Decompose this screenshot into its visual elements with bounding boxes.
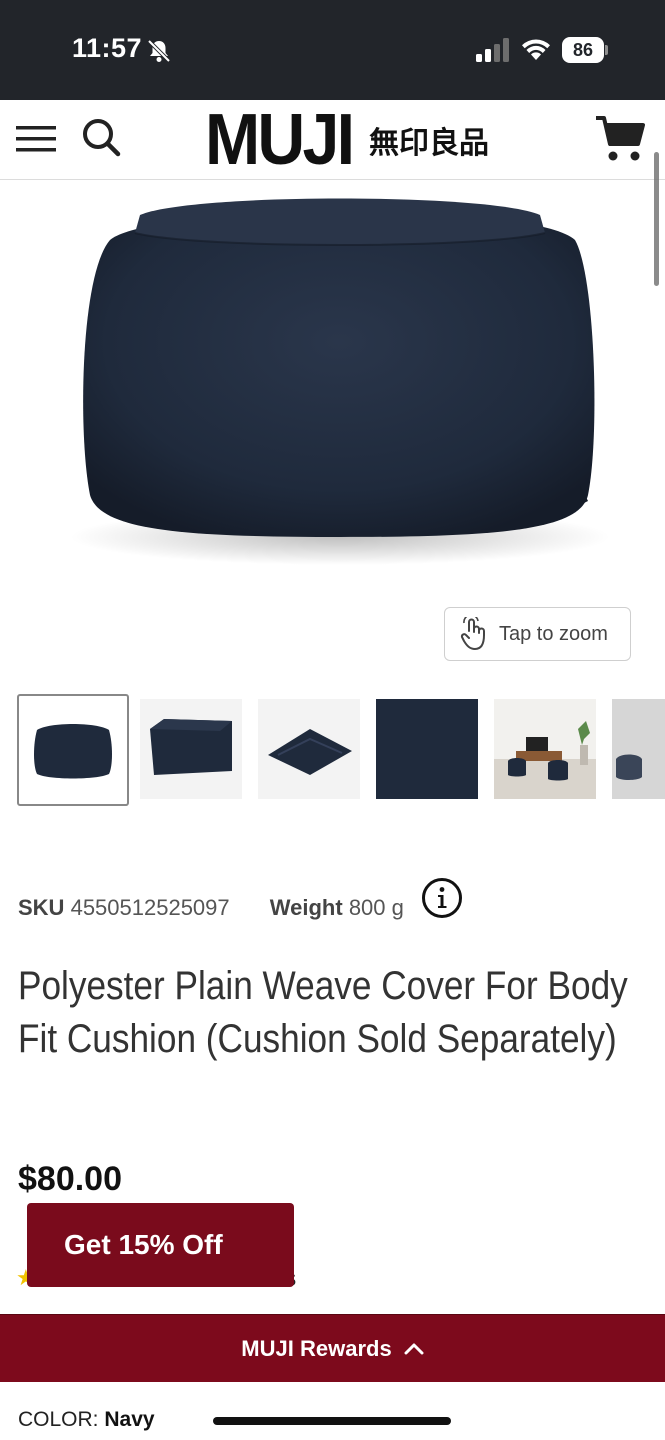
chevron-up-icon xyxy=(404,1343,424,1354)
weight-value: 800 g xyxy=(348,895,404,920)
menu-icon[interactable] xyxy=(16,122,56,156)
battery-level: 86 xyxy=(562,37,604,63)
product-image[interactable] xyxy=(40,185,640,585)
bell-slash-icon xyxy=(147,39,171,63)
product-title: Polyester Plain Weave Cover For Body Fit… xyxy=(18,964,628,1061)
product-meta: SKU 4550512525097 Weight 800 g xyxy=(18,895,404,921)
site-header: MUJI 無印良品 xyxy=(0,100,665,180)
get-discount-button[interactable]: Get 15% Off xyxy=(27,1203,294,1287)
sku-label: SKU xyxy=(18,895,65,920)
status-bar: 11:57 86 xyxy=(0,0,665,100)
thumbnail-5[interactable] xyxy=(494,699,596,799)
info-icon[interactable] xyxy=(421,877,463,919)
thumbnail-2[interactable] xyxy=(140,699,242,799)
logo-cjk-text: 無印良品 xyxy=(369,126,490,161)
sku-value: 4550512525097 xyxy=(70,895,230,920)
thumbnail-1[interactable] xyxy=(17,694,129,806)
tap-to-zoom-button[interactable]: Tap to zoom xyxy=(444,607,631,661)
cart-icon[interactable] xyxy=(594,114,646,164)
color-value: Navy xyxy=(104,1408,155,1431)
tap-to-zoom-label: Tap to zoom xyxy=(499,622,608,645)
thumbnail-strip[interactable] xyxy=(17,694,665,806)
muji-logo[interactable]: MUJI 無印良品 xyxy=(205,104,489,176)
product-price: $80.00 xyxy=(18,1160,122,1198)
wifi-icon xyxy=(522,39,550,60)
color-label: COLOR: xyxy=(18,1408,105,1431)
thumbnail-3[interactable] xyxy=(258,699,360,799)
rewards-label: MUJI Rewards xyxy=(241,1335,392,1361)
logo-text: MUJI xyxy=(205,100,355,180)
scroll-indicator[interactable] xyxy=(654,152,659,286)
thumbnail-6[interactable] xyxy=(612,699,665,799)
muji-rewards-bar[interactable]: MUJI Rewards xyxy=(0,1314,665,1382)
thumbnail-4[interactable] xyxy=(376,699,478,799)
signal-icon xyxy=(476,38,509,62)
home-indicator[interactable] xyxy=(213,1417,451,1425)
status-time: 11:57 xyxy=(72,33,143,63)
color-selector-label: COLOR: Navy xyxy=(18,1408,155,1432)
weight-label: Weight xyxy=(269,895,343,920)
search-icon[interactable] xyxy=(80,116,122,158)
hand-tap-icon xyxy=(460,617,485,650)
battery-icon: 86 xyxy=(562,37,608,63)
